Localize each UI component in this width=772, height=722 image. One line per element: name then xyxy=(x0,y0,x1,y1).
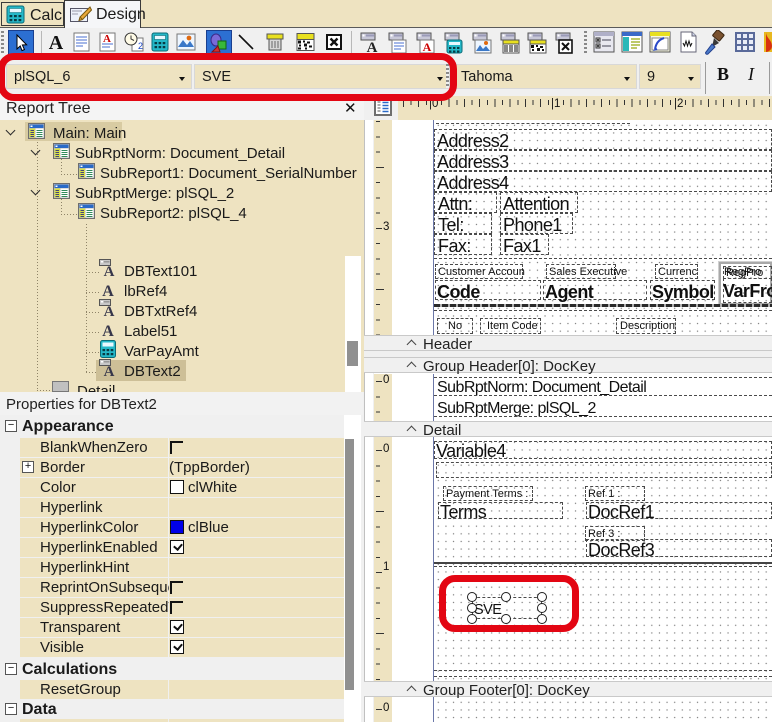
svg-text:A: A xyxy=(102,283,114,298)
svg-text:A: A xyxy=(103,33,111,45)
svg-text:A: A xyxy=(104,304,115,318)
svg-text:2: 2 xyxy=(138,41,143,51)
svg-text:A: A xyxy=(102,323,114,338)
svg-text:A: A xyxy=(49,32,64,54)
svg-text:A: A xyxy=(423,40,432,54)
svg-text:A: A xyxy=(104,264,115,278)
svg-text:A: A xyxy=(104,364,115,378)
